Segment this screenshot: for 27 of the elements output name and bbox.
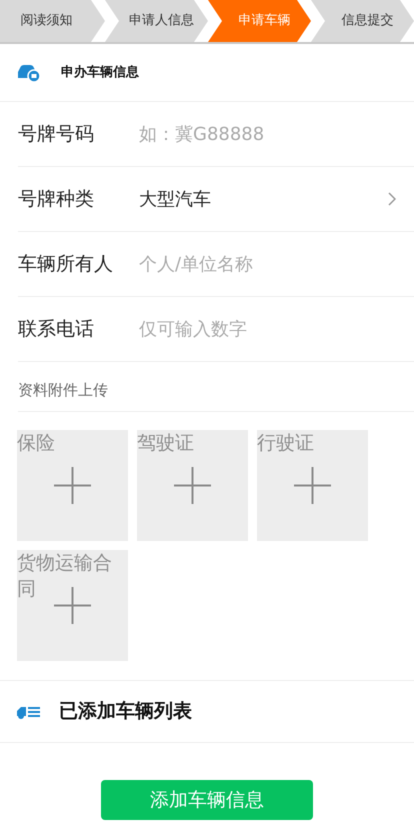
- car-icon: [17, 64, 41, 82]
- upload-tile[interactable]: 保险: [17, 430, 128, 541]
- upload-tile[interactable]: 驾驶证: [137, 430, 248, 541]
- field-label: 车辆所有人: [18, 252, 114, 277]
- add-vehicle-button[interactable]: 添加车辆信息: [101, 780, 313, 820]
- plus-icon: [174, 467, 211, 504]
- field-label: 号牌种类: [18, 186, 95, 212]
- input-field[interactable]: 如：冀G88888: [139, 120, 396, 148]
- section-title: 已添加车辆列表: [59, 699, 192, 724]
- select-value[interactable]: 大型汽车: [139, 186, 388, 212]
- vehicle-list-icon: [17, 704, 41, 718]
- upload-tile[interactable]: 行驶证: [257, 430, 368, 541]
- step-tab[interactable]: 信息提交: [311, 0, 414, 42]
- input-field[interactable]: 个人/单位名称: [139, 250, 396, 278]
- chevron-right-icon: [388, 192, 396, 206]
- field-label: 号牌号码: [18, 122, 95, 147]
- step-tab[interactable]: 阅读须知: [0, 0, 105, 42]
- upload-tile[interactable]: 货物运输合同: [17, 550, 128, 661]
- step-tab[interactable]: 申请车辆: [208, 0, 311, 42]
- plus-icon: [54, 587, 91, 624]
- section-label: 资料附件上传: [18, 380, 108, 402]
- input-field[interactable]: 仅可输入数字: [139, 316, 396, 342]
- section-title: 申办车辆信息: [61, 64, 139, 82]
- step-tab[interactable]: 申请人信息: [105, 0, 208, 42]
- plus-icon: [54, 467, 91, 504]
- field-label: 联系电话: [18, 316, 95, 342]
- plus-icon: [294, 467, 331, 504]
